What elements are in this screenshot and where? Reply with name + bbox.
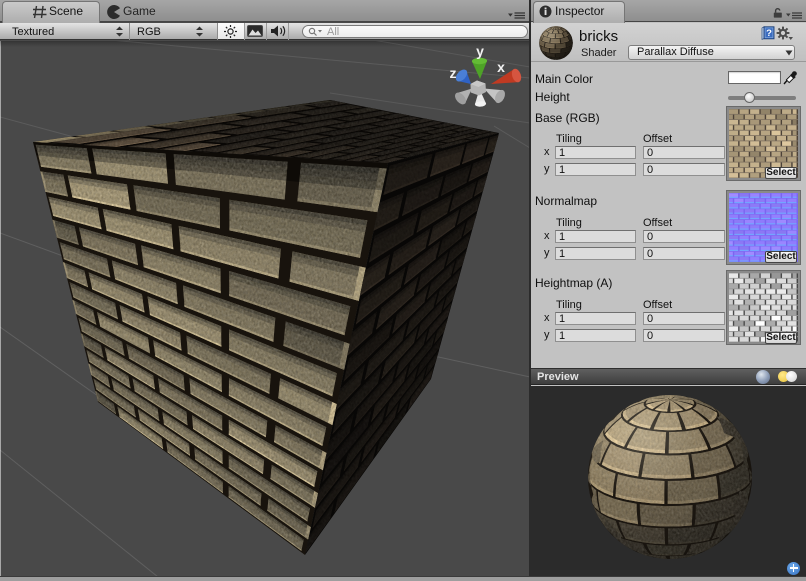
svg-text:z: z xyxy=(450,65,457,81)
svg-text:?: ? xyxy=(766,28,772,39)
svg-text:x: x xyxy=(497,59,505,75)
svg-text:y: y xyxy=(476,43,484,59)
